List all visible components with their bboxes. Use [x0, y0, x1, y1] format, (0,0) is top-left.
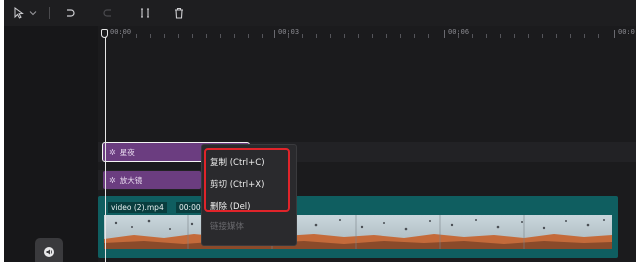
timeline-editor: 00:00 00:03 00:06 00:0 ✲ 星夜 ✲ 放大镜 video … [4, 0, 636, 262]
speaker-icon [43, 243, 55, 262]
chevron-down-icon[interactable] [28, 4, 38, 22]
split-icon[interactable] [137, 4, 153, 22]
effect-icon: ✲ [109, 175, 116, 185]
playhead-handle[interactable] [101, 29, 108, 38]
menu-item-link-media[interactable]: 链接媒体 [210, 220, 244, 232]
undo-icon[interactable] [62, 4, 78, 22]
time-ruler[interactable]: 00:00 00:03 00:06 00:0 [98, 26, 636, 40]
audio-toggle-button[interactable] [35, 238, 63, 262]
effect-clip-label: 放大镜 [119, 175, 143, 185]
track-header-panel [4, 26, 98, 262]
toolbar-separator [49, 7, 50, 19]
effect-clip-label: 星夜 [119, 147, 135, 157]
highlight-annotation [204, 148, 290, 212]
video-clip[interactable]: video (2).mp4 00:00 [98, 196, 618, 258]
playhead-line[interactable] [105, 30, 106, 262]
video-clip-filename: video (2).mp4 [108, 202, 167, 213]
ruler-label-0: 00:00 [110, 28, 132, 36]
ruler-label-9: 00:0 [618, 28, 635, 36]
effect-clip-magnifier[interactable]: ✲ 放大镜 [103, 171, 201, 189]
timeline-toolbar [4, 0, 636, 26]
select-cursor-icon[interactable] [12, 4, 26, 22]
delete-icon[interactable] [171, 4, 187, 22]
video-clip-time: 00:00 [176, 202, 204, 213]
redo-icon[interactable] [100, 4, 116, 22]
effect-icon: ✲ [109, 147, 116, 157]
ruler-label-3: 00:03 [278, 28, 300, 36]
video-thumbnails [104, 215, 612, 249]
ruler-label-6: 00:06 [448, 28, 470, 36]
